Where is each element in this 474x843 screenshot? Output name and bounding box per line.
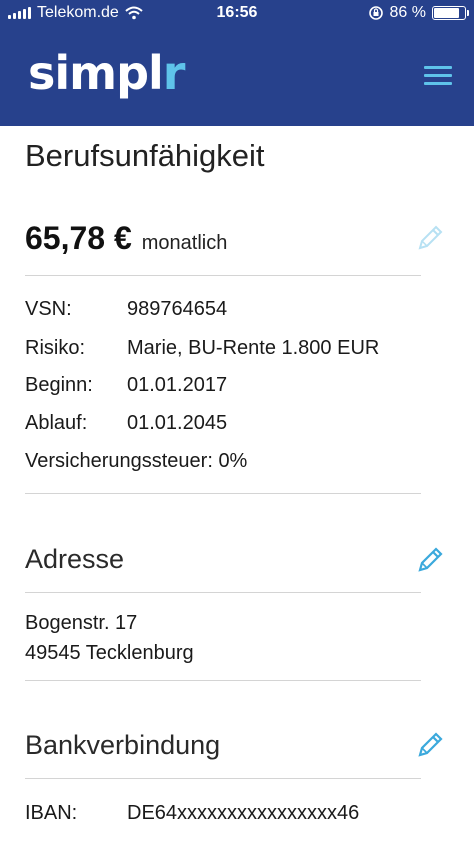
edit-address-pencil-icon[interactable] <box>416 544 446 574</box>
edit-bank-pencil-icon[interactable] <box>416 729 446 759</box>
price-row: 65,78 € monatlich <box>25 220 227 257</box>
divider <box>25 592 421 593</box>
address-city: 49545 Tecklenburg <box>25 642 194 664</box>
price-period: monatlich <box>141 232 228 254</box>
monthly-price: 65,78 € <box>25 220 132 256</box>
battery-icon <box>432 6 469 20</box>
status-bar: Telekom.de 16:56 86 % <box>0 0 474 26</box>
divider <box>25 680 421 681</box>
page-title: Berufsunfähigkeit <box>25 138 265 173</box>
edit-contract-pencil-icon[interactable] <box>416 222 446 252</box>
bank-section-title: Bankverbindung <box>25 730 221 760</box>
divider <box>25 493 421 494</box>
hamburger-menu-icon[interactable] <box>424 66 452 86</box>
tax-info: Versicherungssteuer: 0% <box>25 450 248 472</box>
simplr-logo[interactable]: simplr <box>28 46 185 100</box>
divider <box>25 275 421 276</box>
battery-fill <box>434 8 459 18</box>
battery-percent: 86 % <box>389 4 426 21</box>
divider <box>25 778 421 779</box>
address-street: Bogenstr. 17 <box>25 612 138 634</box>
orientation-lock-icon <box>368 6 383 20</box>
app-header: simplr <box>0 26 474 126</box>
address-section-title: Adresse <box>25 544 125 574</box>
